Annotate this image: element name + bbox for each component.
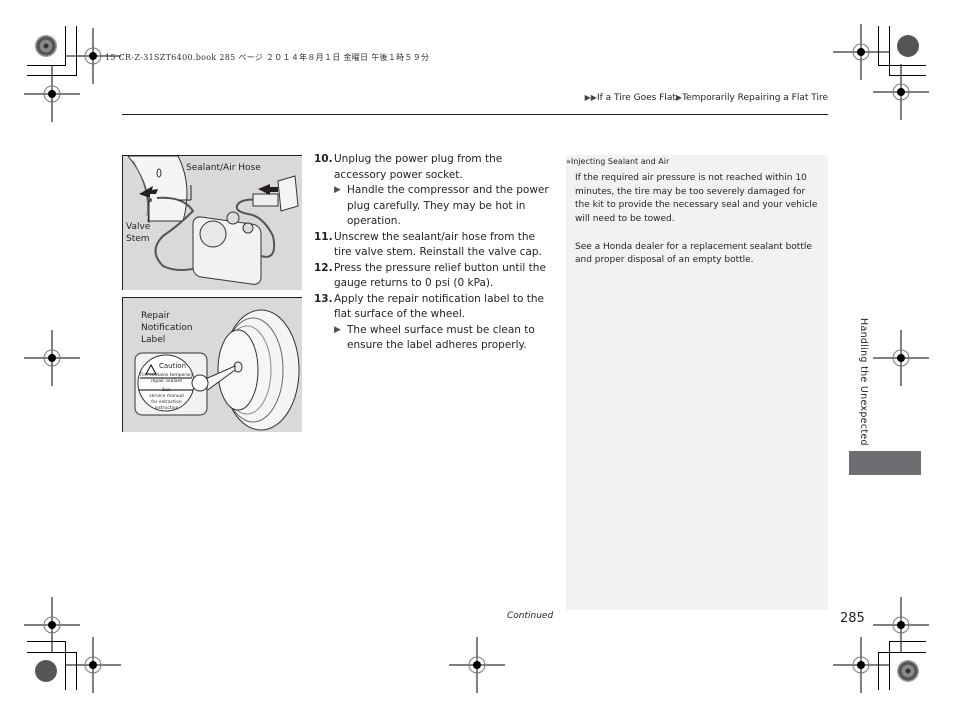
steps-list: 10. Unplug the power plug from the acces… [314, 152, 554, 354]
color-target-icon [35, 660, 57, 682]
sticker-caution: Caution [158, 362, 187, 370]
sidebar-paragraph: If the required air pressure is not reac… [575, 173, 818, 225]
step-item: 11. Unscrew the sealant/air hose from th… [314, 230, 554, 261]
color-target-icon [897, 35, 919, 57]
color-target-icon [897, 660, 919, 682]
breadcrumb: ▶▶If a Tire Goes Flat▶Temporarily Repair… [585, 93, 828, 103]
hose-label: Sealant/Air Hose [186, 163, 261, 173]
compressor-illustration: Sealant/Air Hose Valve Stem [122, 155, 302, 290]
step-number: 11. [314, 230, 333, 243]
step-number: 13. [314, 292, 333, 305]
note-arrow-icon: ▶ [334, 185, 341, 195]
breadcrumb-item[interactable]: If a Tire Goes Flat [597, 93, 676, 103]
caution-sticker: Caution Tire contains temporary repair s… [139, 362, 194, 412]
repair-label-caption: Repair Notification Label [141, 311, 193, 345]
step-item: 13. Apply the repair notification label … [314, 292, 554, 354]
color-target-icon [35, 35, 57, 57]
registration-mark-icon [24, 330, 80, 386]
step-number: 12. [314, 261, 333, 274]
step-text: Unscrew the sealant/air hose from the ti… [334, 230, 542, 259]
print-header: 15 CR-Z-31SZT6400.book 285 ページ ２０１４年８月１日… [105, 53, 430, 62]
repair-label-illustration: Repair Notification Label Caution Tire c… [122, 297, 302, 432]
registration-mark-icon [873, 64, 929, 120]
step-item: 10. Unplug the power plug from the acces… [314, 152, 554, 230]
sidebar-paragraph: See a Honda dealer for a replacement sea… [575, 241, 812, 266]
sidebar-text: If the required air pressure is not reac… [575, 172, 820, 282]
sidebar-title[interactable]: »Injecting Sealant and Air [566, 157, 669, 166]
section-tab-block[interactable] [849, 451, 921, 475]
breadcrumb-item[interactable]: Temporarily Repairing a Flat Tire [682, 93, 828, 103]
step-text: Unplug the power plug from the accessory… [334, 153, 503, 181]
step-note: ▶ The wheel surface must be clean to ens… [334, 323, 535, 352]
registration-mark-icon [833, 637, 889, 693]
registration-mark-icon [873, 330, 929, 386]
step-text: Apply the repair notification label to t… [334, 292, 544, 321]
registration-mark-icon [65, 637, 121, 693]
breadcrumb-marker-icon: ▶▶ [584, 93, 597, 102]
step-item: 12. Press the pressure relief button unt… [314, 261, 554, 292]
registration-mark-icon [24, 66, 80, 122]
step-number: 10. [314, 153, 333, 165]
note-arrow-icon: ▶ [334, 324, 341, 335]
section-tab-label[interactable]: Handling the Unexpected [858, 318, 869, 446]
step-text: Press the pressure relief button until t… [334, 261, 546, 290]
step-note: ▶ Handle the compressor and the power pl… [334, 184, 549, 227]
continued-label: Continued [507, 611, 554, 621]
registration-mark-icon [449, 637, 505, 693]
valve-stem-label: Valve Stem [126, 222, 151, 244]
header-rule [122, 114, 828, 115]
page-number: 285 [840, 611, 865, 626]
